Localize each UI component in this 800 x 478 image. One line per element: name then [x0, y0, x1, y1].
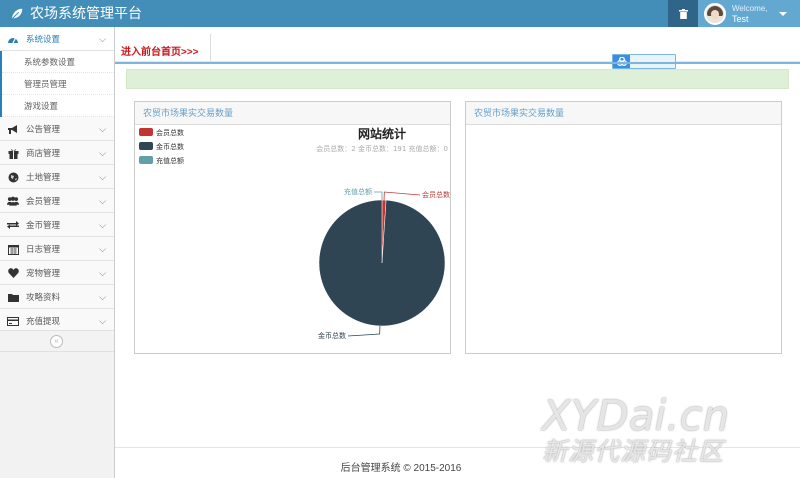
- panel-title: 农贸市场果实交易数量: [135, 102, 450, 125]
- brand-title: 农场系统管理平台: [30, 5, 142, 21]
- legend-swatch: [139, 142, 153, 150]
- folder-icon: [7, 291, 19, 303]
- sidebar-item-label: 攻略资料: [26, 292, 61, 302]
- stats-panel: 农贸市场果实交易数量 网站统计会员总数：2 金币总数：191 充值总额：0 会员总…: [134, 101, 451, 354]
- pie-slice: [318, 199, 446, 327]
- sidebar-item-system-settings[interactable]: 系统设置 ⌵: [0, 27, 114, 51]
- top-navbar: 农场系统管理平台 Welcome, Test: [0, 0, 800, 27]
- submenu-item-admin[interactable]: 管理员管理: [2, 73, 114, 95]
- stats-panel-secondary: 农贸市场果实交易数量: [465, 101, 782, 354]
- watermark-sub: 新源代源码社区: [542, 437, 725, 466]
- pie-label: 金币总数: [318, 331, 346, 340]
- calendar-icon: [7, 243, 19, 255]
- front-page-link[interactable]: 进入前台首页>>>: [121, 43, 199, 58]
- credit-card-icon: [7, 315, 19, 327]
- sidebar-collapse-bar: «: [0, 330, 114, 352]
- submenu-item-game-settings[interactable]: 游戏设置: [2, 95, 114, 117]
- collapse-sidebar-button[interactable]: «: [50, 335, 63, 348]
- chevron-down-icon: ⌵: [99, 148, 106, 158]
- sidebar: 系统设置 ⌵ 系统参数设置 管理员管理 游戏设置 公告管理 ⌵ 商店管理 ⌵ 土…: [0, 27, 115, 478]
- legend-swatch: [139, 128, 153, 136]
- bullhorn-icon: [7, 123, 19, 135]
- user-menu[interactable]: Welcome, Test: [698, 0, 800, 27]
- pie-leader-line: [347, 325, 381, 337]
- gift-icon: [7, 147, 19, 159]
- sidebar-item-label: 会员管理: [26, 196, 61, 206]
- pie-label: 充值总额: [344, 187, 372, 196]
- sidebar-item-coins[interactable]: 金币管理 ⌵: [0, 213, 114, 237]
- avatar: [704, 2, 726, 25]
- caret-down-icon: [779, 11, 788, 16]
- chart-subtitle: 会员总数：2 金币总数：191 充值总额：0: [316, 144, 448, 153]
- pie-label: 会员总数: [422, 190, 450, 199]
- chevron-down-icon: ⌵: [99, 244, 106, 254]
- pie-leader-line: [383, 191, 421, 201]
- sidebar-item-label: 宠物管理: [26, 268, 61, 278]
- user-name: Test: [732, 13, 749, 24]
- chart-title: 网站统计: [358, 126, 406, 141]
- sidebar-item-label: 充值提现: [26, 316, 61, 326]
- legend-label: 充值总额: [156, 156, 184, 165]
- sidebar-item-members[interactable]: 会员管理 ⌵: [0, 189, 114, 213]
- chevron-down-icon: ⌵: [99, 292, 106, 302]
- chevron-down-icon: ⌵: [99, 268, 106, 278]
- breadcrumb: 进入前台首页>>>: [115, 34, 800, 69]
- trash-icon: [678, 8, 688, 19]
- chevron-down-icon: ⌵: [99, 220, 106, 230]
- dashboard-icon: [7, 33, 19, 45]
- watermark: XYDai.cn 新源代源码社区: [542, 395, 792, 467]
- sidebar-item-pets[interactable]: 宠物管理 ⌵: [0, 261, 114, 285]
- legend-label: 金币总数: [156, 142, 184, 151]
- panel-title: 农贸市场果实交易数量: [466, 102, 781, 125]
- leaf-icon: [11, 8, 23, 20]
- sidebar-item-label: 系统设置: [26, 34, 61, 44]
- users-icon: [7, 195, 19, 207]
- chevron-down-icon: ⌵: [99, 196, 106, 206]
- chevron-down-icon: ⌵: [99, 34, 106, 44]
- pie-leader-line: [374, 191, 383, 200]
- sidebar-item-land[interactable]: 土地管理 ⌵: [0, 165, 114, 189]
- heart-icon: [7, 267, 19, 279]
- sidebar-item-label: 土地管理: [26, 172, 61, 182]
- sidebar-item-label: 商店管理: [26, 148, 61, 158]
- sidebar-item-guides[interactable]: 攻略资料 ⌵: [0, 285, 114, 309]
- sidebar-item-label: 金币管理: [26, 220, 61, 230]
- legend-label: 会员总数: [156, 128, 184, 137]
- sidebar-item-label: 公告管理: [26, 124, 61, 134]
- legend-swatch: [139, 156, 153, 164]
- brand[interactable]: 农场系统管理平台: [10, 0, 142, 27]
- notice-bar: [126, 69, 789, 89]
- sidebar-item-logs[interactable]: 日志管理 ⌵: [0, 237, 114, 261]
- sidebar-item-announcements[interactable]: 公告管理 ⌵: [0, 117, 114, 141]
- globe-icon: [7, 171, 19, 183]
- sidebar-item-shop[interactable]: 商店管理 ⌵: [0, 141, 114, 165]
- chevron-down-icon: ⌵: [99, 124, 106, 134]
- submenu-system-settings: 系统参数设置 管理员管理 游戏设置: [0, 51, 114, 117]
- submenu-item-system-params[interactable]: 系统参数设置: [2, 51, 114, 73]
- trash-button[interactable]: [668, 0, 698, 27]
- chevron-down-icon: ⌵: [99, 172, 106, 182]
- sidebar-item-label: 日志管理: [26, 244, 61, 254]
- user-welcome: Welcome,: [732, 3, 768, 13]
- exchange-icon: [7, 219, 19, 231]
- pie-chart: 网站统计会员总数：2 金币总数：191 充值总额：0会员总数金币总数充值总额会员…: [139, 126, 450, 340]
- watermark-main: XYDai.cn: [542, 391, 730, 440]
